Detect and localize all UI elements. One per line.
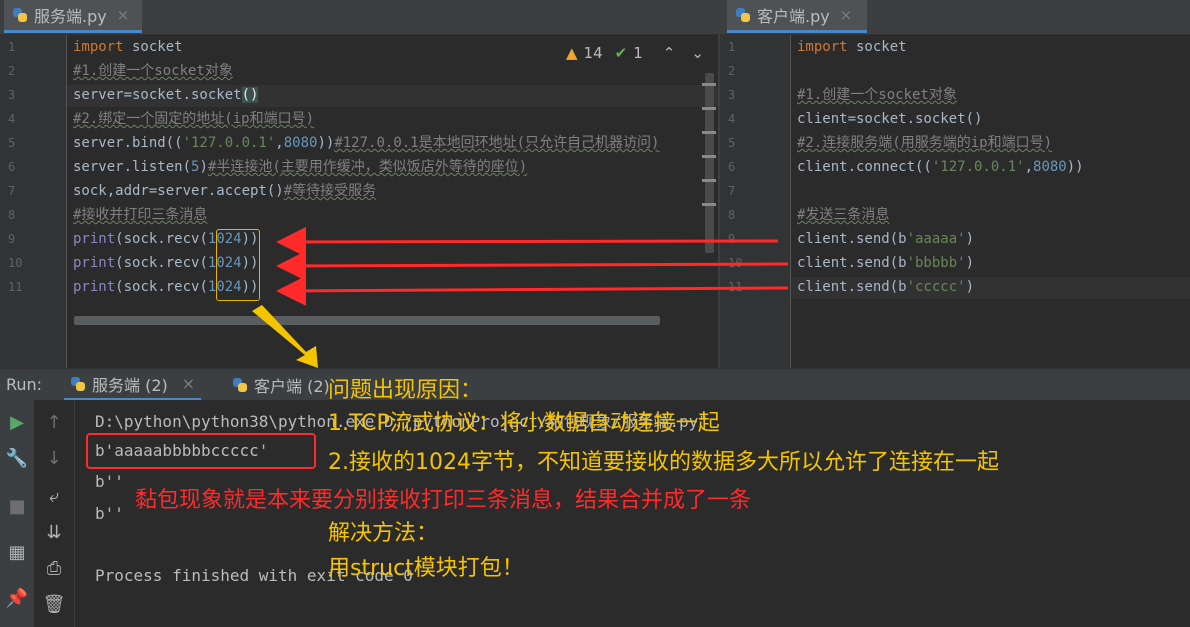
python-file-icon bbox=[70, 376, 86, 392]
scroll-to-end-icon[interactable]: ⇊ bbox=[34, 522, 74, 543]
stop-icon[interactable]: ■ bbox=[0, 496, 34, 517]
arrow-down-icon[interactable]: ↓ bbox=[34, 448, 74, 469]
run-toolbar: ▶ 🔧 ■ ▦ 📌 bbox=[0, 400, 34, 627]
pin-icon[interactable]: 📌 bbox=[0, 588, 34, 609]
trash-icon[interactable]: 🗑 bbox=[34, 594, 74, 615]
rerun-icon[interactable]: ▶ bbox=[0, 412, 34, 433]
arrow-up-icon[interactable]: ↑ bbox=[34, 412, 74, 433]
annotation-point-1: 1.TCP流式协议：将小数据自动连接一起 bbox=[328, 411, 720, 436]
annotation-solution-title: 解决方法： bbox=[328, 521, 439, 546]
run-tab-server[interactable]: 服务端 (2) × bbox=[64, 369, 202, 401]
console-line: b'' bbox=[95, 504, 124, 523]
annotation-sticky-packet: 黏包现象就是本来要分别接收打印三条消息，结果合并成了一条 bbox=[135, 488, 752, 513]
run-tab-label: 服务端 (2) bbox=[92, 375, 168, 395]
annotation-point-2: 2.接收的1024字节，不知道要接收的数据多大所以允许了连接在一起 bbox=[328, 450, 999, 475]
console-line: b'' bbox=[95, 472, 124, 491]
console-toolbar: ↑ ↓ ⤶ ⇊ ⎙ 🗑 bbox=[34, 400, 75, 627]
run-tab-client[interactable]: 客户端 (2) bbox=[226, 369, 336, 401]
annotation-title: 问题出现原因： bbox=[328, 378, 483, 403]
soft-wrap-icon[interactable]: ⤶ bbox=[34, 486, 74, 507]
python-file-icon bbox=[232, 377, 248, 393]
run-tab-label: 客户端 (2) bbox=[254, 377, 330, 396]
run-tool-header: Run: 服务端 (2) × 客户端 (2) bbox=[0, 368, 1190, 401]
print-icon[interactable]: ⎙ bbox=[34, 558, 74, 579]
output-highlight-box bbox=[86, 433, 316, 469]
layout-icon[interactable]: ▦ bbox=[0, 542, 34, 563]
wrench-icon[interactable]: 🔧 bbox=[0, 448, 34, 469]
annotation-solution: 用struct模块打包！ bbox=[328, 556, 524, 581]
close-icon[interactable]: × bbox=[182, 374, 195, 393]
run-label: Run: bbox=[6, 375, 43, 394]
